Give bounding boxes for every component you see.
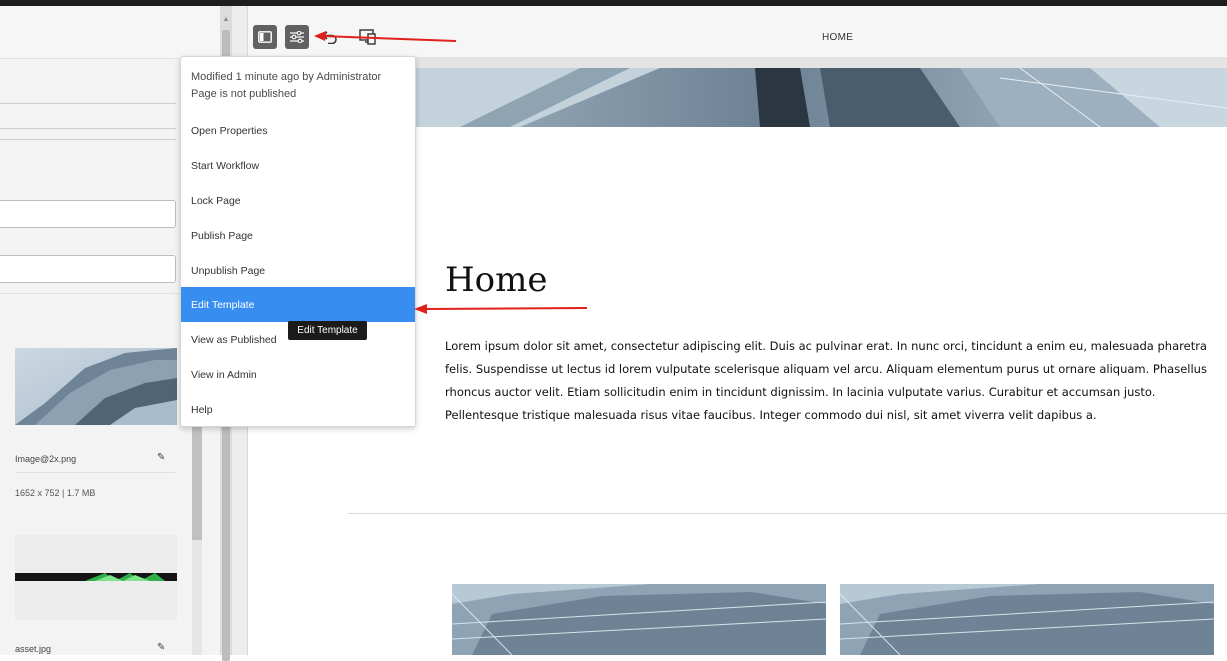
emulator-button[interactable] bbox=[356, 25, 380, 49]
content-image-left[interactable] bbox=[452, 584, 826, 655]
page-title: HOME bbox=[822, 32, 854, 43]
menu-item-edit-template[interactable]: Edit Template bbox=[181, 287, 415, 322]
tooltip: Edit Template bbox=[288, 321, 367, 340]
page-information-menu: Modified 1 minute ago by Administrator P… bbox=[180, 56, 416, 427]
page-body-text[interactable]: Lorem ipsum dolor sit amet, consectetur … bbox=[445, 335, 1220, 427]
asset-filter-field[interactable] bbox=[0, 200, 176, 228]
page-heading[interactable]: Home bbox=[445, 260, 547, 300]
toggle-side-panel-button[interactable] bbox=[253, 25, 277, 49]
editor-toolbar bbox=[248, 6, 1227, 58]
pencil-icon[interactable]: ✎ bbox=[157, 642, 165, 653]
hero-image[interactable] bbox=[400, 68, 1227, 127]
menu-item-help[interactable]: Help bbox=[181, 392, 415, 427]
side-panel-header bbox=[0, 6, 220, 59]
undo-icon bbox=[322, 31, 337, 44]
menu-item-view-in-admin[interactable]: View in Admin bbox=[181, 357, 415, 392]
asset-thumbnail[interactable] bbox=[15, 348, 177, 425]
asset-name: asset.jpg bbox=[15, 644, 52, 654]
asset-path-field[interactable] bbox=[0, 255, 176, 283]
device-emulator-icon bbox=[359, 29, 376, 45]
undo-button[interactable] bbox=[318, 25, 342, 49]
asset-dimensions: 1652 x 752 | 1.7 MB bbox=[15, 488, 96, 498]
page-information-button[interactable] bbox=[285, 25, 309, 49]
filter-underline bbox=[0, 139, 176, 140]
asset-separator bbox=[15, 472, 175, 473]
annotation-arrow bbox=[423, 307, 588, 310]
menu-item-lock-page[interactable]: Lock Page bbox=[181, 183, 415, 218]
filter-underline bbox=[0, 103, 176, 104]
menu-item-publish-page[interactable]: Publish Page bbox=[181, 218, 415, 253]
asset-name: Image@2x.png bbox=[15, 454, 77, 464]
menu-item-start-workflow[interactable]: Start Workflow bbox=[181, 148, 415, 183]
menu-item-open-properties[interactable]: Open Properties bbox=[181, 113, 415, 148]
sliders-icon bbox=[290, 31, 304, 43]
pencil-icon[interactable]: ✎ bbox=[157, 452, 165, 463]
filter-underline bbox=[0, 128, 176, 129]
modified-info: Modified 1 minute ago by Administrator bbox=[191, 71, 382, 83]
content-image-right[interactable] bbox=[840, 584, 1214, 655]
content-separator bbox=[348, 513, 1227, 514]
menu-item-unpublish-page[interactable]: Unpublish Page bbox=[181, 253, 415, 288]
side-panel-icon bbox=[258, 31, 272, 43]
publish-status: Page is not published bbox=[191, 88, 297, 100]
asset-thumbnail[interactable] bbox=[15, 535, 177, 620]
scroll-up-icon[interactable]: ▲ bbox=[220, 16, 232, 23]
page-status-info: Modified 1 minute ago by Administrator P… bbox=[191, 69, 381, 103]
